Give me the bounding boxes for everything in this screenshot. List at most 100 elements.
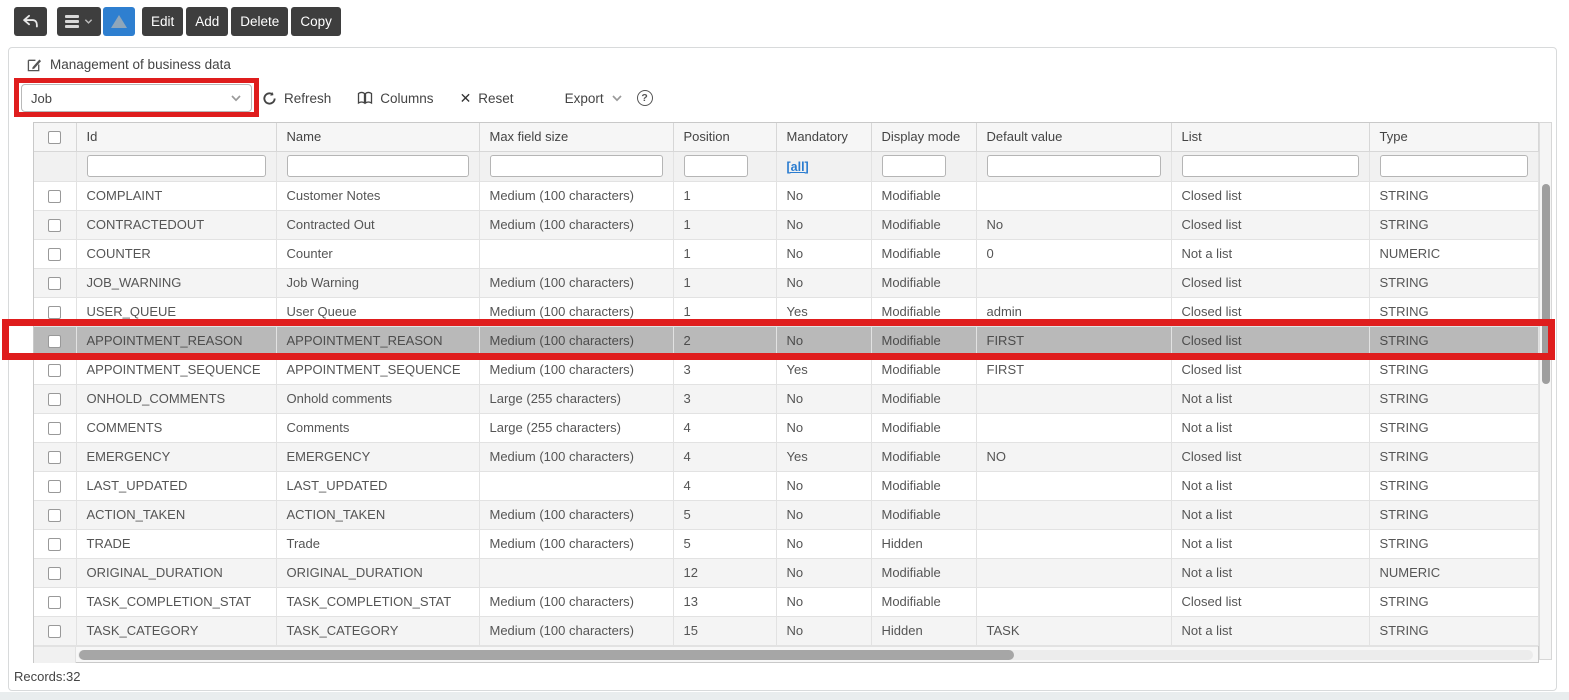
add-button[interactable]: Add — [186, 7, 229, 36]
cell-max-field-size: Medium (100 characters) — [479, 616, 674, 646]
table-body: COMPLAINT Customer Notes Medium (100 chara… — [34, 181, 1539, 646]
table-row[interactable]: COUNTER Counter 1 No Modifiable 0 Not a list NU… — [34, 239, 1539, 269]
cell-id: ACTION_TAKEN — [76, 500, 277, 530]
table-row[interactable]: JOB_WARNING Job Warning Medium (100 charac… — [34, 268, 1539, 298]
copy-button[interactable]: Copy — [291, 7, 341, 36]
filter-all-link[interactable]: [all] — [787, 160, 809, 174]
column-header-mandatory[interactable]: Mandatory — [776, 123, 872, 152]
entity-select[interactable]: Job — [21, 84, 252, 112]
cell-type: STRING — [1369, 529, 1539, 559]
row-checkbox[interactable] — [48, 335, 62, 349]
cell-type: STRING — [1369, 413, 1539, 443]
refresh-icon — [262, 91, 277, 106]
column-header-list[interactable]: List — [1171, 123, 1370, 152]
row-checkbox[interactable] — [48, 364, 62, 378]
reset-button[interactable]: ✕ Reset — [460, 90, 514, 107]
warning-view-button[interactable] — [103, 7, 135, 36]
table-row[interactable]: APPOINTMENT_SEQUENCE APPOINTMENT_SEQUENCE… — [34, 355, 1539, 385]
cell-default-value — [976, 500, 1172, 530]
vertical-scrollbar-thumb[interactable] — [1541, 184, 1550, 384]
filter-input-max-field-size[interactable] — [489, 155, 663, 177]
x-icon: ✕ — [459, 89, 472, 106]
cell-mandatory: No — [776, 268, 872, 298]
vertical-scrollbar-track[interactable] — [1539, 122, 1552, 660]
column-header-position[interactable]: Position — [673, 123, 777, 152]
cell-list: Closed list — [1171, 355, 1370, 385]
table-row[interactable]: USER_QUEUE User Queue Medium (100 characte… — [34, 297, 1539, 327]
filter-input-list[interactable] — [1181, 155, 1359, 177]
table-row[interactable]: APPOINTMENT_REASON APPOINTMENT_REASON Medi… — [34, 326, 1539, 356]
table-row[interactable]: TASK_CATEGORY TASK_CATEGORY Medium (100 ch… — [34, 616, 1539, 646]
table-row[interactable]: COMMENTS Comments Large (255 characters) 4 N… — [34, 413, 1539, 443]
cell-display-mode: Modifiable — [871, 413, 977, 443]
row-checkbox[interactable] — [48, 393, 62, 407]
column-header-type[interactable]: Type — [1369, 123, 1539, 152]
table-row[interactable]: EMERGENCY EMERGENCY Medium (100 characters… — [34, 442, 1539, 472]
cell-id: ORIGINAL_DURATION — [76, 558, 277, 588]
row-checkbox[interactable] — [48, 422, 62, 436]
cell-position: 4 — [673, 413, 777, 443]
help-button[interactable]: ? — [636, 90, 653, 106]
table-row[interactable]: TRADE Trade Medium (100 characters) 5 No Hidd… — [34, 529, 1539, 559]
row-checkbox[interactable] — [48, 596, 62, 610]
cell-type: STRING — [1369, 471, 1539, 501]
cell-display-mode: Modifiable — [871, 500, 977, 530]
filter-input-default-value[interactable] — [986, 155, 1161, 177]
row-checkbox[interactable] — [48, 480, 62, 494]
cell-list: Closed list — [1171, 442, 1370, 472]
table-row[interactable]: ONHOLD_COMMENTS Onhold comments Large (255… — [34, 384, 1539, 414]
panel-title-text: Management of business data — [50, 57, 231, 72]
cell-default-value: NO — [976, 442, 1172, 472]
cell-position: 1 — [673, 181, 777, 211]
cell-type: STRING — [1369, 500, 1539, 530]
filter-input-id[interactable] — [86, 155, 266, 177]
row-checkbox[interactable] — [48, 625, 62, 639]
table-row[interactable]: ACTION_TAKEN ACTION_TAKEN Medium (100 char… — [34, 500, 1539, 530]
row-checkbox[interactable] — [48, 248, 62, 262]
columns-button[interactable]: Columns — [357, 91, 434, 106]
row-checkbox-cell — [34, 326, 77, 356]
column-header-display-mode[interactable]: Display mode — [871, 123, 977, 152]
select-all-checkbox[interactable] — [48, 131, 62, 145]
column-header-max-field-size[interactable]: Max field size — [479, 123, 674, 152]
filter-cell-display-mode — [871, 151, 977, 182]
cell-mandatory: No — [776, 181, 872, 211]
row-checkbox[interactable] — [48, 190, 62, 204]
column-header-default-value[interactable]: Default value — [976, 123, 1172, 152]
column-header-id[interactable]: Id — [76, 123, 277, 152]
row-checkbox-cell — [34, 500, 77, 530]
entity-select-value: Job — [31, 90, 52, 106]
cell-default-value — [976, 587, 1172, 617]
table-row[interactable]: LAST_UPDATED LAST_UPDATED 4 No Modifiable Not… — [34, 471, 1539, 501]
cell-list: Not a list — [1171, 616, 1370, 646]
filter-input-name[interactable] — [286, 155, 469, 177]
delete-button[interactable]: Delete — [231, 7, 289, 36]
table-row[interactable]: COMPLAINT Customer Notes Medium (100 chara… — [34, 181, 1539, 211]
table-row[interactable]: CONTRACTEDOUT Contracted Out Medium (100 c… — [34, 210, 1539, 240]
row-checkbox[interactable] — [48, 509, 62, 523]
filter-input-position[interactable] — [683, 155, 748, 177]
cell-default-value — [976, 558, 1172, 588]
row-checkbox[interactable] — [48, 306, 62, 320]
row-checkbox[interactable] — [48, 538, 62, 552]
cell-list: Closed list — [1171, 181, 1370, 211]
back-button[interactable] — [14, 7, 47, 36]
horizontal-scrollbar-thumb[interactable] — [79, 649, 1014, 660]
row-checkbox[interactable] — [48, 219, 62, 233]
cell-name: ACTION_TAKEN — [276, 500, 480, 530]
filter-input-type[interactable] — [1379, 155, 1528, 177]
row-checkbox[interactable] — [48, 451, 62, 465]
row-checkbox[interactable] — [48, 277, 62, 291]
cell-display-mode: Hidden — [871, 529, 977, 559]
edit-button[interactable]: Edit — [142, 7, 184, 36]
filter-cell-id — [76, 151, 277, 182]
cell-mandatory: Yes — [776, 355, 872, 385]
menu-button[interactable] — [57, 7, 101, 36]
export-button[interactable]: Export — [565, 91, 623, 106]
filter-input-display-mode[interactable] — [881, 155, 946, 177]
table-row[interactable]: TASK_COMPLETION_STAT TASK_COMPLETION_STAT… — [34, 587, 1539, 617]
column-header-name[interactable]: Name — [276, 123, 480, 152]
row-checkbox[interactable] — [48, 567, 62, 581]
table-row[interactable]: ORIGINAL_DURATION ORIGINAL_DURATION 12 No Mo… — [34, 558, 1539, 588]
refresh-button[interactable]: Refresh — [262, 91, 331, 106]
